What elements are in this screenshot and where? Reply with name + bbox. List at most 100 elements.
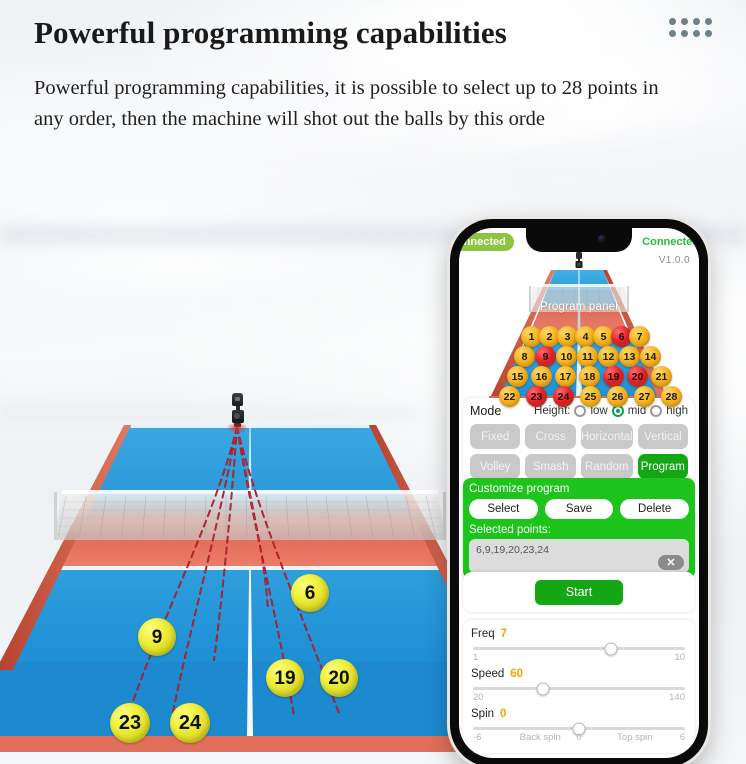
- customize-program-buttons: Select Save Delete: [469, 499, 689, 519]
- slider-freq-range: 1 10: [473, 652, 685, 663]
- mode-header: Mode Height: low mid high: [470, 404, 688, 418]
- selected-points-label: Selected points:: [469, 524, 551, 536]
- table-ball: 23: [110, 703, 150, 743]
- header: Powerful programming capabilities Powerf…: [0, 0, 746, 135]
- dot-grid-icon: [669, 18, 712, 37]
- slider-speed-track[interactable]: [473, 682, 685, 695]
- point-button-18[interactable]: 18: [579, 366, 600, 387]
- slider-spin-max: 6: [679, 732, 685, 743]
- table-ball: 6: [291, 574, 329, 612]
- mode-button-random[interactable]: Random: [580, 454, 633, 479]
- select-button[interactable]: Select: [469, 499, 538, 519]
- sliders-section: Freq 7 1 10 Speed 60 20 140 Spin 0 -6 Ba…: [463, 620, 695, 753]
- slider-spin-mid-label: 0: [576, 732, 582, 743]
- slider-speed-min: 20: [473, 692, 484, 703]
- mode-button-vertical[interactable]: Vertical: [637, 424, 688, 449]
- delete-button[interactable]: Delete: [620, 499, 689, 519]
- connection-badge-left: Connected: [459, 233, 514, 251]
- slider-freq-value: 7: [500, 628, 508, 640]
- table-ball: 19: [266, 659, 304, 697]
- point-button-23[interactable]: 23: [526, 386, 547, 407]
- customize-program-section: Customize program Select Save Delete Sel…: [463, 478, 695, 579]
- point-button-22[interactable]: 22: [499, 386, 520, 407]
- slider-spin-range: -6 Back spin 0 Top spin 6: [473, 732, 685, 743]
- point-button-7[interactable]: 7: [629, 326, 650, 347]
- slider-speed-name: Speed: [471, 668, 505, 680]
- save-button[interactable]: Save: [544, 499, 614, 519]
- slider-speed-max: 140: [669, 692, 685, 703]
- height-selector: Height: low mid high: [534, 405, 688, 417]
- point-button-28[interactable]: 28: [661, 386, 682, 407]
- mode-button-fixed[interactable]: Fixed: [470, 424, 521, 449]
- table-ball: 9: [138, 618, 176, 656]
- connection-status-right: Connected: [642, 236, 699, 248]
- mode-button-horizontal[interactable]: Horizontal: [580, 424, 633, 449]
- slider-speed-label: Speed 60: [471, 668, 687, 680]
- slider-spin-top-label: Top spin: [617, 732, 653, 743]
- height-radio-low[interactable]: [574, 405, 587, 417]
- clear-icon[interactable]: ✕: [658, 555, 684, 570]
- start-section: Start: [463, 572, 695, 612]
- slider-spin-back-label: Back spin: [519, 732, 561, 743]
- slider-speed-thumb[interactable]: [536, 682, 550, 695]
- point-button-8[interactable]: 8: [514, 346, 535, 367]
- slider-freq: Freq 7 1 10: [471, 628, 687, 663]
- point-button-9[interactable]: 9: [535, 346, 556, 367]
- point-button-19[interactable]: 19: [603, 366, 624, 387]
- program-panel: Program panel 1 2 3 4 5 6 7 8 9 10 11 12…: [459, 250, 699, 407]
- point-button-16[interactable]: 16: [531, 366, 552, 387]
- slider-spin-name: Spin: [471, 708, 495, 720]
- table-illustration: 6 9 19 20 23 24: [0, 370, 500, 764]
- mode-button-program[interactable]: Program: [637, 454, 688, 479]
- point-button-25[interactable]: 25: [580, 386, 601, 407]
- slider-spin-value: 0: [500, 708, 507, 720]
- point-button-24[interactable]: 24: [553, 386, 574, 407]
- slider-spin-track[interactable]: [473, 722, 685, 735]
- start-button[interactable]: Start: [535, 579, 623, 605]
- slider-spin: Spin 0 -6 Back spin 0 Top spin 6: [471, 708, 687, 743]
- point-button-20[interactable]: 20: [627, 366, 648, 387]
- point-button-21[interactable]: 21: [651, 366, 672, 387]
- front-camera-icon: [598, 235, 606, 243]
- slider-spin-min: -6: [473, 732, 482, 743]
- slider-speed: Speed 60 20 140: [471, 668, 687, 703]
- slider-freq-track[interactable]: [473, 642, 685, 655]
- point-grid: 1 2 3 4 5 6 7 8 9 10 11 12 13 14 15 16 1…: [459, 250, 699, 407]
- table-ball: 24: [170, 703, 210, 743]
- page-title: Powerful programming capabilities: [34, 15, 507, 50]
- height-radio-high[interactable]: [650, 405, 663, 417]
- point-button-13[interactable]: 13: [619, 346, 640, 367]
- app-version: V1.0.0: [658, 255, 690, 266]
- mode-section: Mode Height: low mid high Fixed Cross Ho…: [463, 398, 695, 487]
- point-button-12[interactable]: 12: [598, 346, 619, 367]
- selected-points-field[interactable]: 6,9,19,20,23,24 ✕: [469, 539, 689, 573]
- mode-button-volley[interactable]: Volley: [470, 454, 521, 479]
- slider-freq-min: 1: [473, 652, 479, 663]
- mode-button-cross[interactable]: Cross: [525, 424, 576, 449]
- table-graphic: [0, 425, 500, 764]
- phone-notch: [526, 228, 632, 252]
- slider-speed-range: 20 140: [473, 692, 685, 703]
- table-ball: 20: [320, 659, 358, 697]
- height-option-low: low: [590, 405, 608, 417]
- mode-button-smash[interactable]: Smash: [525, 454, 576, 479]
- slider-spin-label: Spin 0: [471, 708, 687, 720]
- point-button-27[interactable]: 27: [634, 386, 655, 407]
- phone-screen: Connected Connected V1.0.0: [459, 228, 699, 758]
- point-button-11[interactable]: 11: [577, 346, 598, 367]
- slider-speed-value: 60: [510, 668, 524, 680]
- phone-mockup: Connected Connected V1.0.0: [450, 219, 708, 764]
- selected-points-value: 6,9,19,20,23,24: [476, 544, 549, 556]
- page-subtitle: Powerful programming capabilities, it is…: [34, 76, 659, 130]
- point-button-14[interactable]: 14: [640, 346, 661, 367]
- muzzle-glow: [226, 422, 248, 434]
- point-button-17[interactable]: 17: [555, 366, 576, 387]
- point-button-10[interactable]: 10: [556, 346, 577, 367]
- customize-program-title: Customize program: [469, 483, 570, 495]
- mode-title: Mode: [470, 404, 502, 418]
- point-button-26[interactable]: 26: [607, 386, 628, 407]
- slider-freq-label: Freq 7: [471, 628, 687, 640]
- slider-freq-max: 10: [674, 652, 685, 663]
- point-button-15[interactable]: 15: [507, 366, 528, 387]
- slider-freq-thumb[interactable]: [604, 642, 618, 655]
